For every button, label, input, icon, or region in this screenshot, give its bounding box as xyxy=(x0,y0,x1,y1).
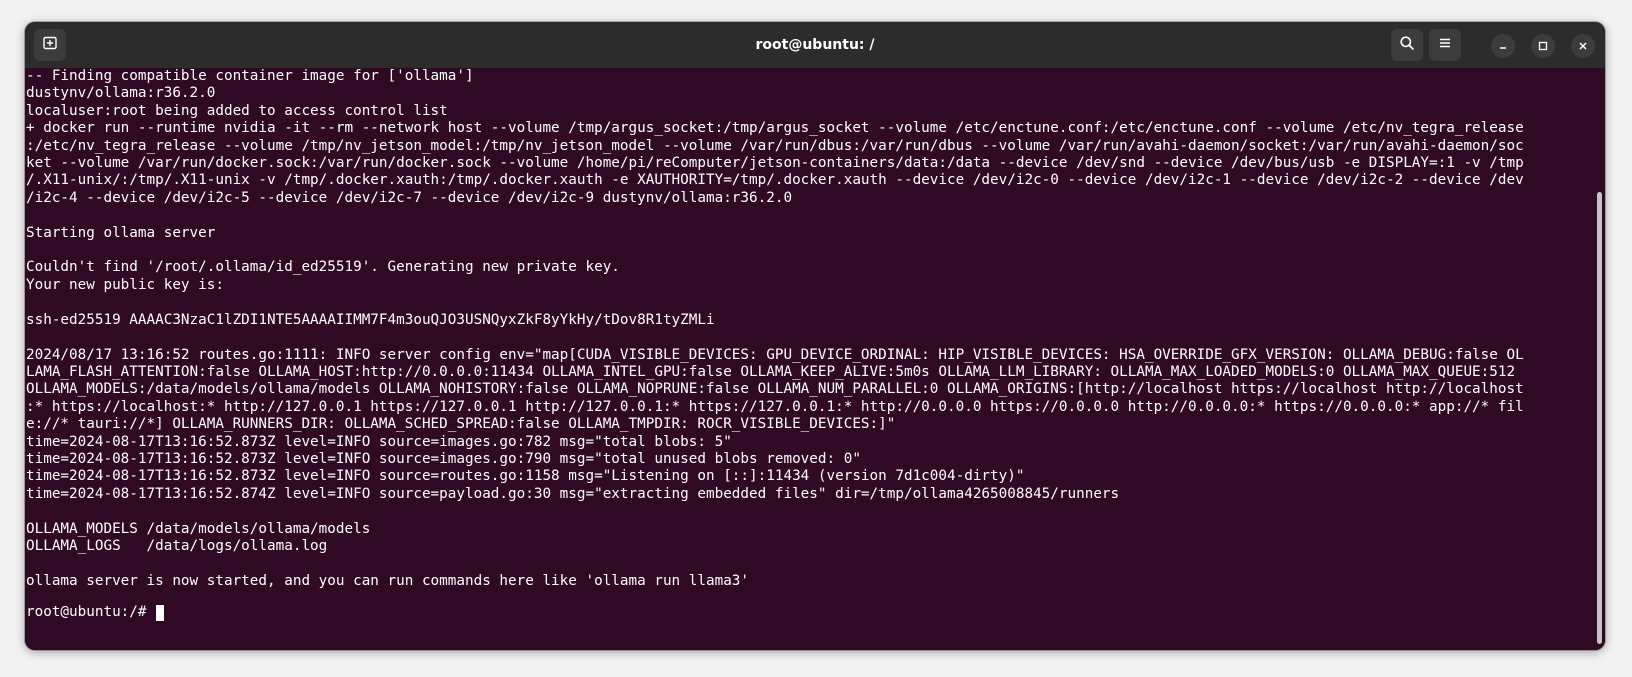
terminal-output: -- Finding compatible container image fo… xyxy=(26,68,1524,589)
terminal-area[interactable]: -- Finding compatible container image fo… xyxy=(25,68,1605,650)
search-button[interactable] xyxy=(1391,29,1423,61)
menu-button[interactable] xyxy=(1429,29,1461,61)
maximize-button[interactable] xyxy=(1531,34,1555,58)
close-button[interactable] xyxy=(1571,34,1595,58)
window-title: root@ubuntu: / xyxy=(755,37,875,53)
prompt-line[interactable]: root@ubuntu:/# xyxy=(26,604,165,621)
new-tab-button[interactable] xyxy=(34,29,66,61)
search-icon xyxy=(1399,35,1415,55)
minimize-icon xyxy=(1497,37,1509,56)
maximize-icon xyxy=(1537,37,1549,56)
hamburger-menu-icon xyxy=(1437,35,1453,55)
shell-prompt: root@ubuntu:/# xyxy=(26,604,156,620)
close-icon xyxy=(1577,37,1589,56)
terminal-window: root@ubuntu: / -- Finding compatible con… xyxy=(25,22,1605,650)
minimize-button[interactable] xyxy=(1491,34,1515,58)
text-cursor xyxy=(156,604,165,621)
scrollbar[interactable] xyxy=(1597,192,1602,644)
title-bar[interactable]: root@ubuntu: / xyxy=(25,22,1605,68)
new-tab-icon xyxy=(42,35,58,55)
